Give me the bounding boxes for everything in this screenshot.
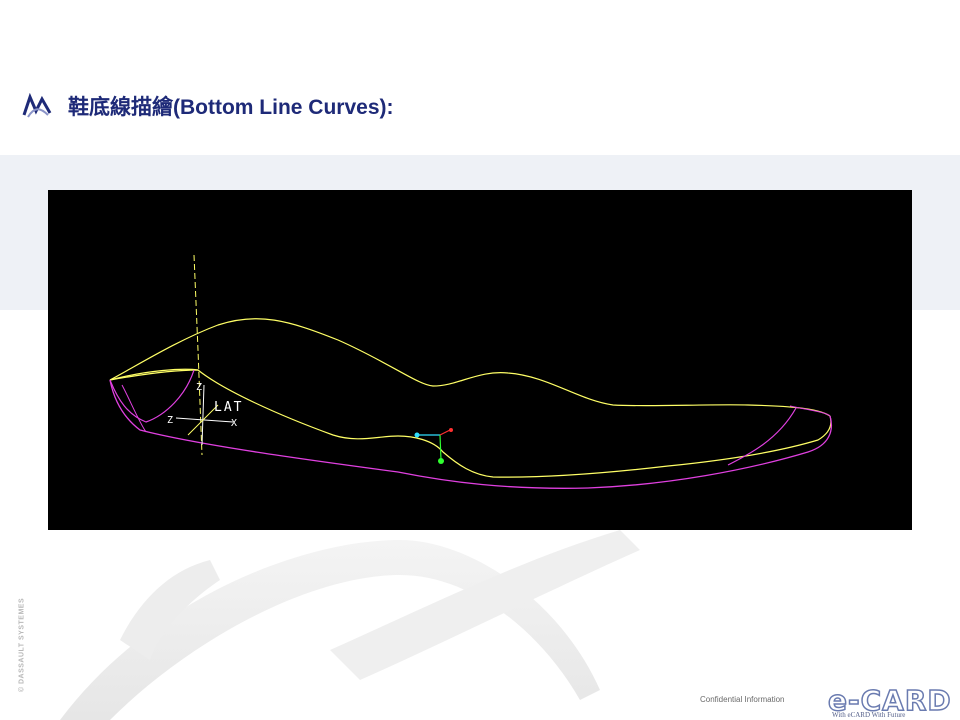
toe-inner-curve [789, 405, 831, 417]
logo-tagline: With eCARD With Future [832, 711, 906, 719]
copyright-text: © DASSAULT SYSTEMES [18, 597, 26, 693]
footer-confidential: Confidential Information [700, 695, 785, 704]
compass-green-dot [438, 458, 444, 464]
cad-viewport[interactable]: Z Z X LAT [48, 190, 912, 530]
axis-label-x: X [231, 418, 237, 429]
toe-cross-section [727, 407, 797, 466]
copyright-vertical: © DASSAULT SYSTEMES [14, 590, 30, 700]
rim-curve [109, 369, 832, 478]
axis-label-z-left: Z [167, 415, 173, 426]
catia-logo-icon [22, 93, 52, 118]
compass-leg-v [439, 434, 442, 461]
bottom-sole-curve [109, 379, 832, 489]
lat-label: LAT [214, 400, 243, 415]
slide-title-row: 鞋底線描繪(Bottom Line Curves): [22, 86, 394, 126]
triad-z-axis [201, 384, 205, 446]
compass-cyan-dot [414, 432, 420, 438]
slide-title: 鞋底線描繪(Bottom Line Curves): [68, 96, 394, 119]
compass-leg-d [439, 429, 451, 436]
cad-drawing: Z Z X LAT [109, 254, 832, 489]
ecard-logo: e-CARD With eCARD With Future [827, 683, 952, 720]
axis-label-z-top: Z [196, 382, 202, 393]
compass-red-dot [449, 428, 453, 432]
